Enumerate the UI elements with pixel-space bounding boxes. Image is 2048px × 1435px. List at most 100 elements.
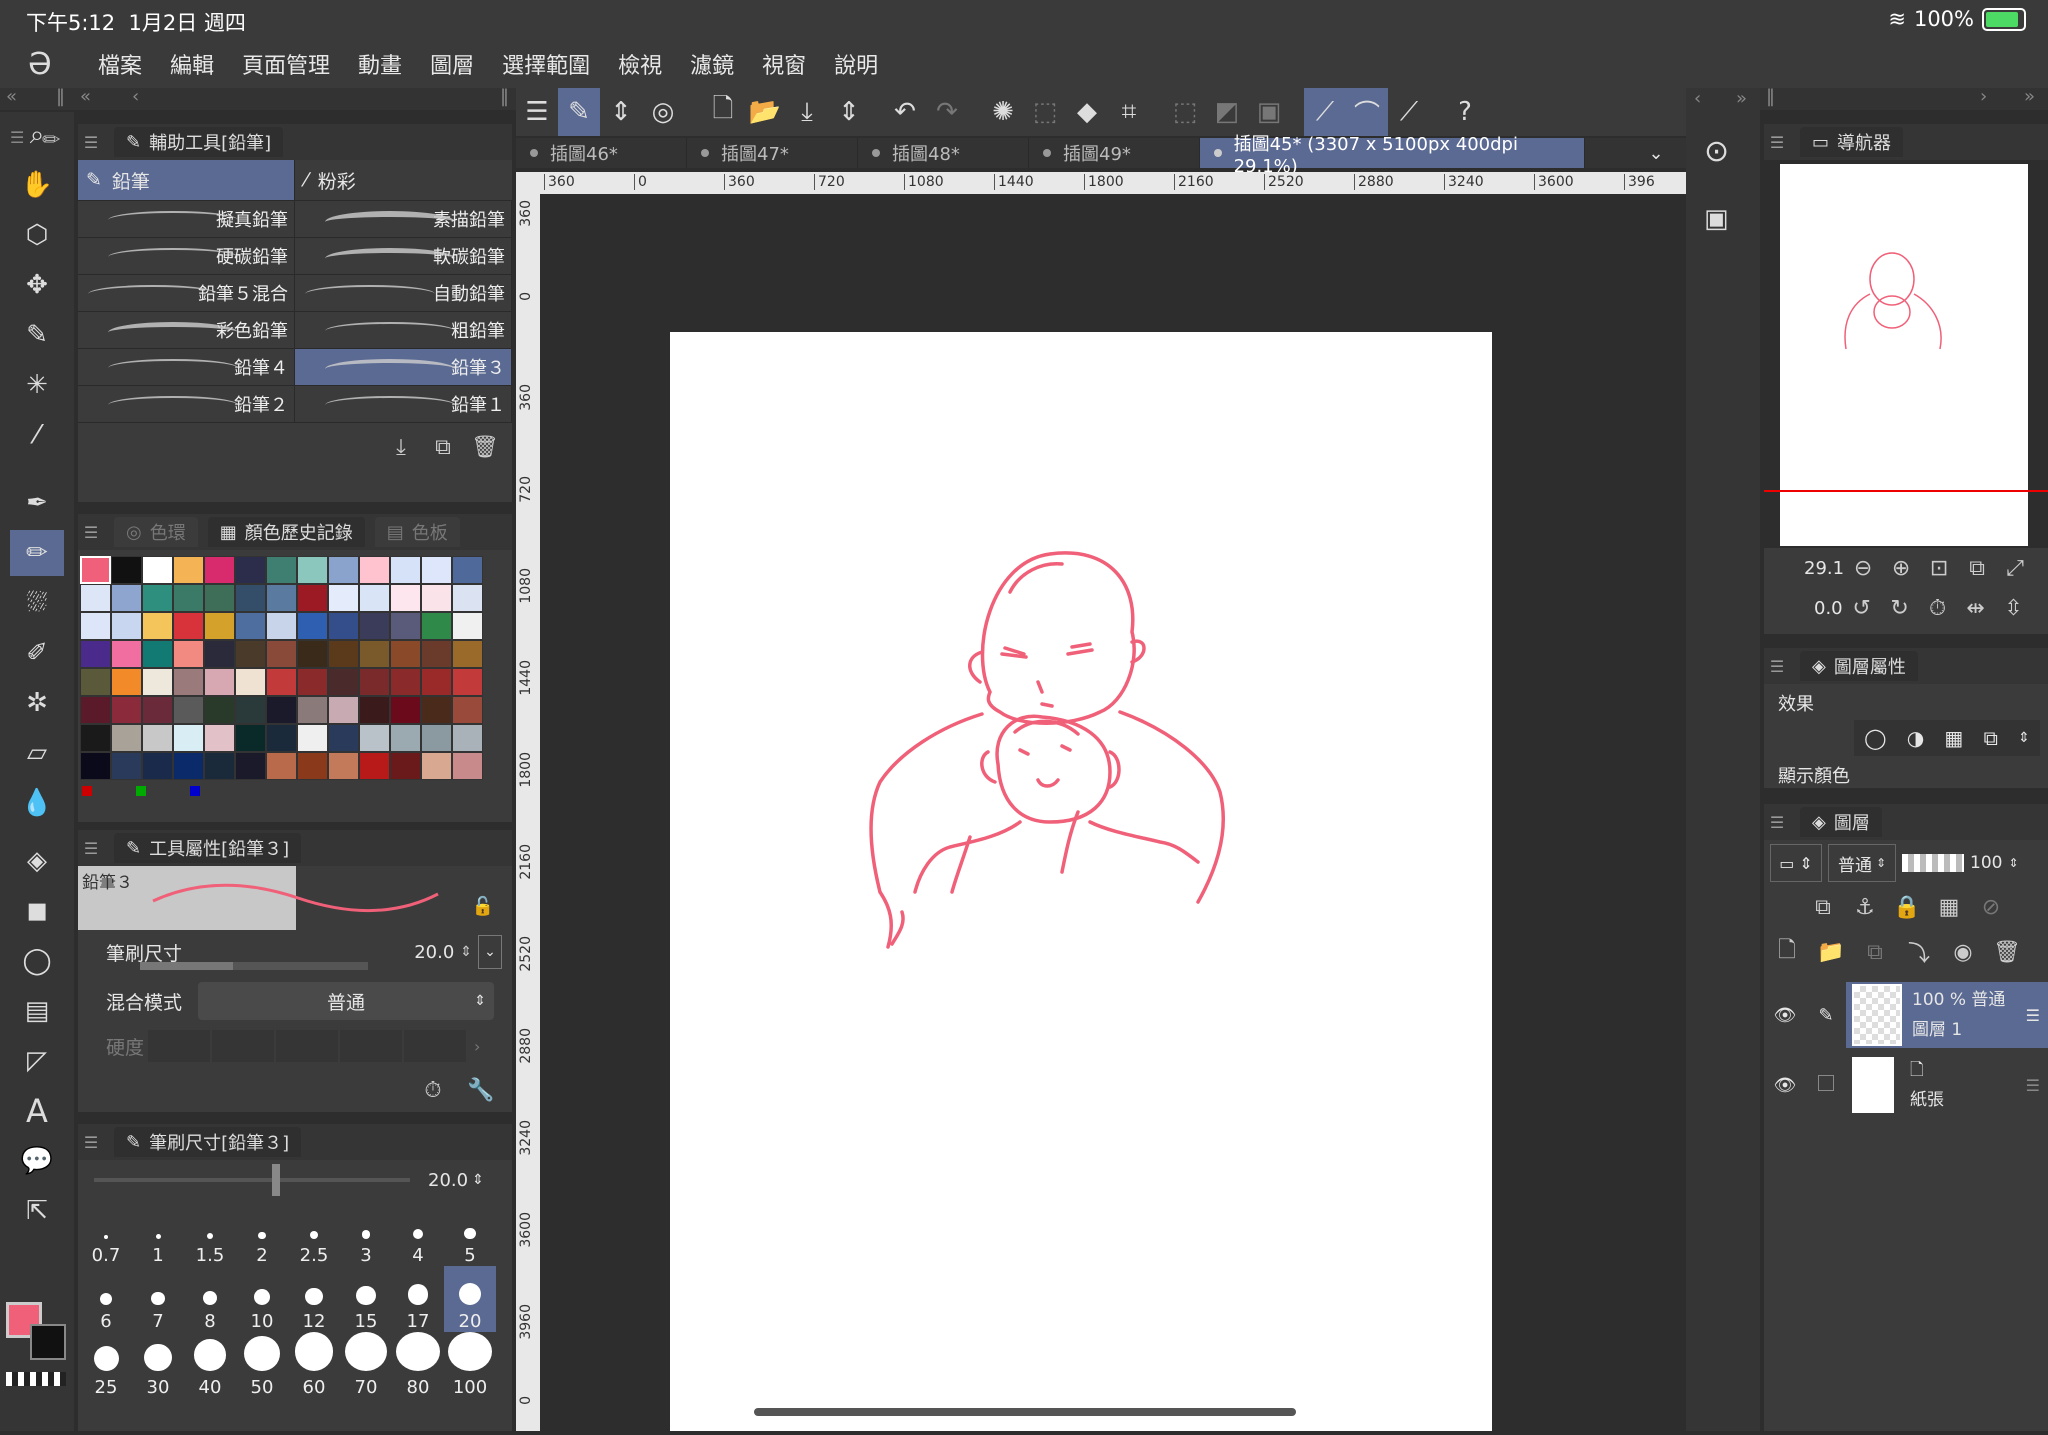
color-swatch[interactable] <box>390 724 421 752</box>
brush-size-option[interactable]: 30 <box>132 1332 184 1398</box>
new-layer-icon[interactable]: 🗋 <box>1768 934 1806 970</box>
menu-selection[interactable]: 選擇範圍 <box>502 48 590 80</box>
rotate-right-icon[interactable]: ↻ <box>1881 590 1919 626</box>
color-swatch[interactable] <box>111 696 142 724</box>
zoom-out-icon[interactable]: ⊖ <box>1844 550 1882 586</box>
color-swatch[interactable] <box>142 612 173 640</box>
panel-menu-icon[interactable]: ☰ <box>1764 657 1790 676</box>
tool-property-title-tab[interactable]: ✎ 工具屬性[鉛筆３] <box>114 833 302 863</box>
tab-color-wheel[interactable]: ◎ 色環 <box>114 517 198 547</box>
chevron-updown-icon-2[interactable]: ⇕ <box>828 88 870 136</box>
stepper-icon[interactable]: ⇕ <box>472 1172 484 1188</box>
group-tab-pastel[interactable]: ⁄ 粉彩 <box>293 160 512 200</box>
brush-size-option[interactable]: 25 <box>80 1332 132 1398</box>
zoom-value[interactable]: 29.1 <box>1804 558 1844 579</box>
color-swatch[interactable] <box>266 668 297 696</box>
merge-layer-icon[interactable]: ⤵ <box>1900 934 1938 970</box>
brush-size-option[interactable]: 70 <box>340 1332 392 1398</box>
color-swatch[interactable] <box>390 556 421 584</box>
layer-row-2[interactable]: 👁 🗋 紙張 ☰ <box>1764 1052 2048 1118</box>
tab-color-history[interactable]: ▦ 顏色歷史記錄 <box>207 517 365 547</box>
lock-layer-icon[interactable]: 🔒 <box>1888 889 1926 925</box>
brush-size-option[interactable]: 20 <box>444 1266 496 1332</box>
collapse-right-icon[interactable]: » <box>1736 88 1747 109</box>
color-swatch[interactable] <box>111 612 142 640</box>
slider-handle[interactable] <box>272 1164 280 1196</box>
subtool-thick-pencil[interactable]: 粗鉛筆 <box>295 312 512 348</box>
color-swatch[interactable] <box>359 724 390 752</box>
subtool-auto-pencil[interactable]: 自動鉛筆 <box>295 275 512 311</box>
move-tool-icon[interactable]: ✥ <box>10 262 64 308</box>
color-swatch[interactable] <box>328 556 359 584</box>
subtool-title-tab[interactable]: ✎ 輔助工具[鉛筆] <box>114 127 284 157</box>
doc-tab-45[interactable]: 插圖45* (3307 x 5100px 400dpi 29.1%) <box>1200 134 1585 177</box>
color-swatch[interactable] <box>173 696 204 724</box>
brush-size-option[interactable]: 6 <box>80 1266 132 1332</box>
color-swatch[interactable] <box>452 612 483 640</box>
color-swatch[interactable] <box>204 612 235 640</box>
color-swatch[interactable] <box>328 668 359 696</box>
reset-rotation-icon[interactable]: ⏱ <box>1919 590 1957 626</box>
color-swatch[interactable] <box>235 724 266 752</box>
color-swatch[interactable] <box>142 668 173 696</box>
eyedropper-tool-icon[interactable]: ⁄ <box>10 412 64 458</box>
menu-help[interactable]: 說明 <box>834 48 878 80</box>
color-swatch[interactable] <box>173 640 204 668</box>
color-swatch[interactable] <box>297 612 328 640</box>
tabs-dropdown-icon[interactable]: ⌄ <box>1626 138 1686 168</box>
color-swatch[interactable] <box>173 752 204 780</box>
color-swatch[interactable] <box>297 752 328 780</box>
color-swatch[interactable] <box>328 724 359 752</box>
tone-effect-icon[interactable]: ▦ <box>1944 726 1963 750</box>
new-folder-icon[interactable]: 📁 <box>1812 934 1850 970</box>
ruler-tool-icon[interactable]: ◸ <box>10 1038 64 1084</box>
chevron-left-icon[interactable]: ‹ <box>132 86 139 107</box>
color-swatch[interactable] <box>204 668 235 696</box>
color-swatch[interactable] <box>173 584 204 612</box>
color-swatch[interactable] <box>80 556 111 584</box>
chevron-updown-icon[interactable]: ⇕ <box>600 88 642 136</box>
layer-mask-icon[interactable]: ◉ <box>1944 934 1982 970</box>
brush-size-title-tab[interactable]: ✎ 筆刷尺寸[鉛筆３] <box>114 1127 302 1157</box>
color-swatch[interactable] <box>235 556 266 584</box>
quick-access-icon[interactable]: ✎ <box>558 88 600 136</box>
doc-tab-47[interactable]: 插圖47* <box>687 138 858 168</box>
menu-layer[interactable]: 圖層 <box>430 48 474 80</box>
layer-property-title-tab[interactable]: ◈ 圖層屬性 <box>1800 651 1918 681</box>
fill-tool-icon[interactable]: ◈ <box>10 838 64 884</box>
chevron-left-icon-2[interactable]: ‹ <box>1694 88 1701 109</box>
color-swatch[interactable] <box>390 612 421 640</box>
color-swatch[interactable] <box>390 668 421 696</box>
color-swatch[interactable] <box>421 584 452 612</box>
color-swatch[interactable] <box>452 556 483 584</box>
panel-menu-icon[interactable]: ☰ <box>1764 133 1790 152</box>
color-swatch[interactable] <box>421 696 452 724</box>
clip-studio-icon[interactable]: ◎ <box>642 88 684 136</box>
extract-line-icon[interactable]: ◑ <box>1907 726 1924 750</box>
brush-tool-icon[interactable]: ✐ <box>10 630 64 676</box>
new-file-icon[interactable]: 🗋 <box>702 88 744 136</box>
subtool-pencil1[interactable]: 鉛筆１ <box>295 386 512 422</box>
color-swatch[interactable] <box>390 752 421 780</box>
brush-size-value[interactable]: 20.0 <box>414 942 454 963</box>
brush-size-slider-2[interactable] <box>94 1164 410 1196</box>
subtool-sketch-pencil[interactable]: 素描鉛筆 <box>295 201 512 237</box>
color-swatch[interactable] <box>328 752 359 780</box>
lock-icon[interactable]: 🔓 <box>472 896 494 917</box>
blend-tool-icon[interactable]: 💧 <box>10 780 64 826</box>
color-swatch[interactable] <box>359 556 390 584</box>
color-swatch[interactable] <box>235 752 266 780</box>
gradient-tool-icon[interactable]: ◼ <box>10 888 64 934</box>
copy-layer-icon[interactable]: ⧉ <box>1856 934 1894 970</box>
panel-menu-icon[interactable]: ☰ <box>78 839 104 858</box>
color-swatch[interactable] <box>266 752 297 780</box>
subtool-pencil4[interactable]: 鉛筆４ <box>78 349 295 385</box>
brush-size-option[interactable]: 2 <box>236 1200 288 1266</box>
rotate-left-icon[interactable]: ↺ <box>1843 590 1881 626</box>
layer-2-body[interactable]: 🗋 紙張 ☰ <box>1846 1052 2048 1118</box>
mask-icon[interactable]: ⊘ <box>1972 889 2010 925</box>
panel-menu-icon[interactable]: ☰ <box>1764 813 1790 832</box>
subtool-pencil5-mix[interactable]: 鉛筆５混合 <box>78 275 295 311</box>
group-tab-pencil[interactable]: ✎ 鉛筆 <box>78 160 294 200</box>
text-tool-icon[interactable]: A <box>10 1088 64 1134</box>
